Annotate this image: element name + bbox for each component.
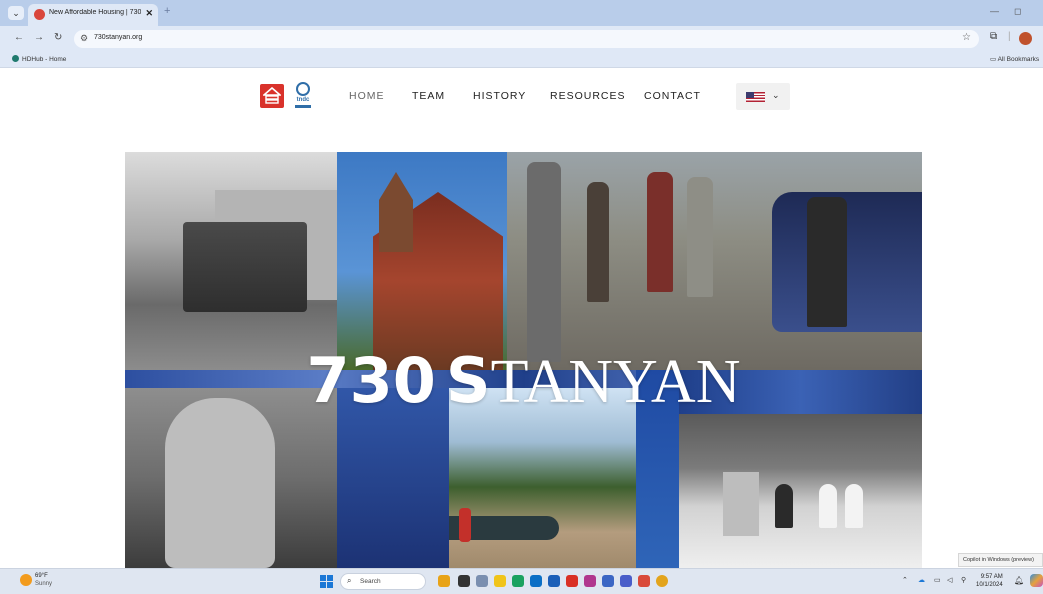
person-shape bbox=[459, 508, 471, 542]
home-logo-icon[interactable] bbox=[260, 84, 284, 108]
edge-icon[interactable] bbox=[512, 575, 524, 587]
forward-icon[interactable]: → bbox=[34, 32, 44, 43]
hero-collage: 730 STANYAN bbox=[125, 152, 922, 568]
vintage-car-shape bbox=[772, 192, 922, 332]
clock-date: 10/1/2024 bbox=[976, 582, 1003, 588]
acrobat-icon[interactable] bbox=[566, 575, 578, 587]
chevron-down-icon: ⌄ bbox=[772, 90, 780, 100]
browser-tab[interactable]: New Affordable Housing | 730 ✕ bbox=[28, 4, 158, 26]
nav-team[interactable]: TEAM bbox=[412, 90, 445, 102]
store-icon[interactable] bbox=[530, 575, 542, 587]
street-crowd-photo bbox=[507, 152, 922, 370]
search-icon: ⌕ bbox=[347, 576, 352, 585]
historic-park-photo bbox=[679, 414, 922, 568]
person-shape bbox=[165, 398, 275, 568]
streetcar-shape bbox=[183, 222, 307, 312]
weather-temp[interactable]: 69°F bbox=[35, 573, 48, 579]
site-favicon-icon bbox=[34, 9, 45, 20]
victorian-house-photo bbox=[337, 152, 507, 370]
taskbar-search[interactable]: ⌕ Search bbox=[340, 573, 426, 590]
back-icon[interactable]: ← bbox=[14, 32, 24, 43]
task-view-icon[interactable] bbox=[458, 575, 470, 587]
person-shape bbox=[587, 182, 609, 302]
hero-title-first-letter: S bbox=[445, 344, 491, 417]
file-explorer-icon[interactable] bbox=[494, 575, 506, 587]
tower-shape bbox=[379, 172, 413, 252]
profile-icon[interactable] bbox=[1019, 32, 1032, 45]
volume-icon[interactable]: ◁ bbox=[947, 576, 952, 584]
person-shape bbox=[527, 162, 561, 362]
address-bar[interactable]: ⚙ 730stanyan.org ☆ bbox=[74, 30, 979, 48]
person-shape bbox=[845, 484, 863, 528]
app-icon[interactable] bbox=[584, 575, 596, 587]
clock[interactable]: 9:57 AM 10/1/2024 bbox=[976, 573, 1003, 589]
extensions-icon[interactable]: ⧉ bbox=[990, 31, 997, 42]
browser-tab-bar: ⌄ New Affordable Housing | 730 ✕ + — ◻ bbox=[0, 0, 1043, 26]
display-icon[interactable]: ▭ bbox=[934, 576, 941, 584]
new-tab-button[interactable]: + bbox=[164, 5, 170, 17]
site-info-icon[interactable]: ⚙ bbox=[80, 33, 88, 44]
streetcar-photo bbox=[125, 152, 337, 370]
bookmark-hdhub-label: HDHub - Home bbox=[22, 56, 67, 63]
url-text[interactable]: 730stanyan.org bbox=[94, 34, 142, 41]
start-button-icon[interactable] bbox=[320, 575, 333, 588]
hero-title-number: 730 bbox=[306, 344, 436, 417]
gate-shape bbox=[723, 472, 759, 536]
us-flag-icon bbox=[746, 92, 765, 102]
nav-history[interactable]: HISTORY bbox=[473, 90, 526, 102]
person-shape bbox=[775, 484, 793, 528]
person-shape bbox=[647, 172, 673, 292]
browser-toolbar: ← → ↻ ⚙ 730stanyan.org ☆ ⧉ | bbox=[0, 26, 1043, 52]
folder-icon: ▭ bbox=[990, 56, 998, 63]
maximize-icon[interactable]: ◻ bbox=[1014, 6, 1021, 17]
bookmarks-bar: HDHub - Home ▭ All Bookmarks bbox=[0, 52, 1043, 68]
nav-home[interactable]: HOME bbox=[349, 90, 385, 102]
reload-icon[interactable]: ↻ bbox=[54, 32, 62, 43]
nav-resources[interactable]: RESOURCES bbox=[550, 90, 626, 102]
toolbar-divider: | bbox=[1008, 31, 1011, 42]
weather-sun-icon[interactable] bbox=[20, 574, 32, 586]
windows-taskbar: 69°F Sunny ⌕ Search ⌃ ☁ ▭ ◁ ⚲ 9:57 AM 10… bbox=[0, 568, 1043, 594]
nav-contact[interactable]: CONTACT bbox=[644, 90, 701, 102]
teams-icon[interactable] bbox=[620, 575, 632, 587]
app-icon[interactable] bbox=[638, 575, 650, 587]
star-icon[interactable]: ☆ bbox=[962, 32, 971, 43]
copilot-toast[interactable]: Copilot in Windows (preview) bbox=[958, 553, 1043, 567]
person-shape bbox=[807, 197, 847, 327]
all-bookmarks-label: All Bookmarks bbox=[997, 56, 1040, 63]
person-shape bbox=[687, 177, 713, 297]
copilot-app-icon[interactable] bbox=[438, 575, 450, 587]
tab-menu-icon[interactable]: ⌄ bbox=[8, 6, 24, 20]
tndc-logo-mark bbox=[296, 82, 310, 96]
network-icon[interactable]: ⚲ bbox=[961, 576, 966, 584]
search-placeholder: Search bbox=[360, 578, 381, 585]
minimize-icon[interactable]: — bbox=[990, 6, 999, 16]
notification-bell-icon[interactable]: 🔔︎ bbox=[1014, 576, 1024, 585]
bookmark-hdhub[interactable]: HDHub - Home bbox=[12, 55, 66, 63]
person-shape bbox=[819, 484, 837, 528]
settings-icon[interactable] bbox=[476, 575, 488, 587]
language-selector[interactable]: ⌄ bbox=[736, 83, 790, 110]
us-flag-canton bbox=[746, 92, 754, 98]
tndc-logo-icon[interactable]: tndc bbox=[294, 82, 312, 110]
hdhub-icon bbox=[12, 55, 19, 62]
outlook-icon[interactable] bbox=[548, 575, 560, 587]
tndc-logo-bar bbox=[295, 105, 311, 108]
onedrive-icon[interactable]: ☁ bbox=[918, 576, 925, 584]
chevron-up-icon[interactable]: ⌃ bbox=[902, 576, 908, 584]
clock-time: 9:57 AM bbox=[980, 574, 1003, 580]
app-icon[interactable] bbox=[602, 575, 614, 587]
tab-title: New Affordable Housing | 730 bbox=[49, 9, 141, 16]
chrome-icon[interactable] bbox=[656, 575, 668, 587]
weather-condition[interactable]: Sunny bbox=[35, 581, 52, 587]
close-tab-icon[interactable]: ✕ bbox=[145, 8, 153, 19]
copilot-taskbar-icon[interactable] bbox=[1030, 574, 1043, 587]
tndc-logo-text: tndc bbox=[296, 97, 310, 103]
all-bookmarks-button[interactable]: ▭ All Bookmarks bbox=[990, 55, 1039, 63]
hero-title: 730 STANYAN bbox=[125, 344, 922, 418]
hero-title-rest: TANYAN bbox=[490, 348, 741, 416]
